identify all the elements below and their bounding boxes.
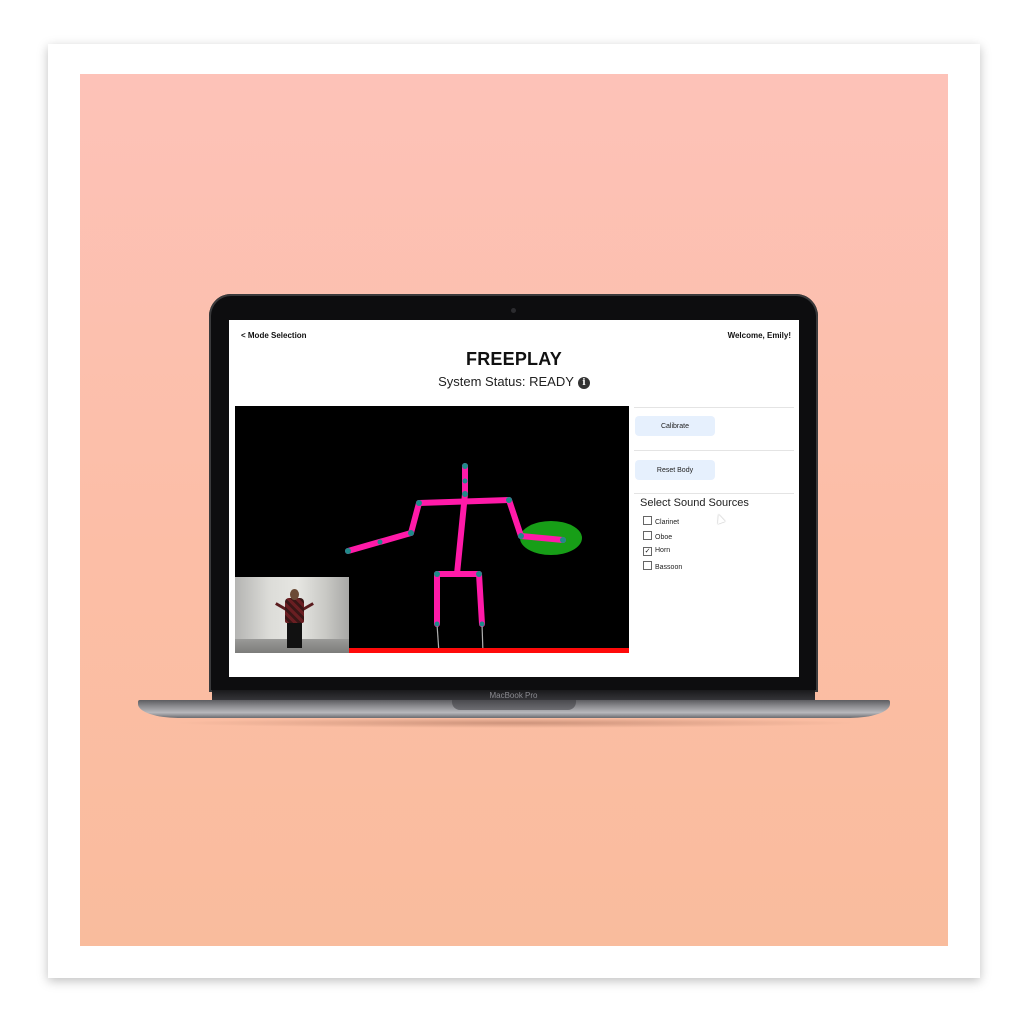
skeleton-left-upper-arm	[408, 500, 422, 536]
laptop-screen: < Mode Selection Welcome, Emily! FREEPLA…	[229, 320, 799, 677]
skeleton-right-forearm	[518, 533, 566, 543]
laptop-lid: < Mode Selection Welcome, Emily! FREEPLA…	[209, 294, 818, 692]
sound-source-oboe[interactable]: Oboe	[643, 531, 672, 541]
mode-selection-link[interactable]: < Mode Selection	[241, 331, 307, 340]
skeleton-right-leg	[476, 571, 485, 627]
laptop-shadow	[170, 718, 860, 728]
webcam-lens-icon	[511, 308, 516, 313]
bassoon-label: Bassoon	[655, 564, 683, 571]
reset-body-button[interactable]: Reset Body	[635, 460, 715, 480]
model-label: MacBook Pro	[489, 691, 538, 700]
welcome-text: Welcome, Emily!	[727, 331, 791, 340]
clarinet-checkbox[interactable]	[643, 516, 652, 525]
bassoon-checkbox[interactable]	[643, 561, 652, 570]
person-legs	[287, 622, 302, 648]
person-head	[290, 589, 299, 600]
clarinet-label: Clarinet	[655, 519, 680, 526]
sound-source-horn[interactable]: ✓ Horn	[643, 546, 670, 556]
horn-checkbox[interactable]: ✓	[643, 547, 652, 556]
oboe-checkbox[interactable]	[643, 531, 652, 540]
horn-label: Horn	[655, 547, 671, 554]
person-body	[285, 598, 304, 623]
laptop-notch	[452, 700, 576, 710]
skeleton-right-upper-arm	[506, 497, 524, 539]
oboe-label: Oboe	[655, 534, 673, 541]
body-tracking-view	[235, 406, 629, 653]
divider	[634, 407, 794, 408]
system-status-text: System Status: READY	[438, 374, 574, 389]
divider	[634, 450, 794, 451]
skeleton-spine	[454, 491, 468, 577]
sound-source-clarinet[interactable]: Clarinet	[643, 516, 679, 526]
calibrate-button[interactable]: Calibrate	[635, 416, 715, 436]
sound-source-bassoon[interactable]: Bassoon	[643, 561, 682, 571]
divider	[634, 493, 794, 494]
floor-indicator	[349, 648, 629, 653]
info-icon[interactable]: i	[577, 377, 590, 389]
webcam-preview	[235, 577, 349, 653]
page-title: FREEPLAY	[466, 349, 562, 369]
system-status: System Status: READY i	[229, 374, 799, 389]
mouse-cursor-icon	[714, 512, 726, 525]
sound-sources-heading: Select Sound Sources	[640, 497, 749, 509]
